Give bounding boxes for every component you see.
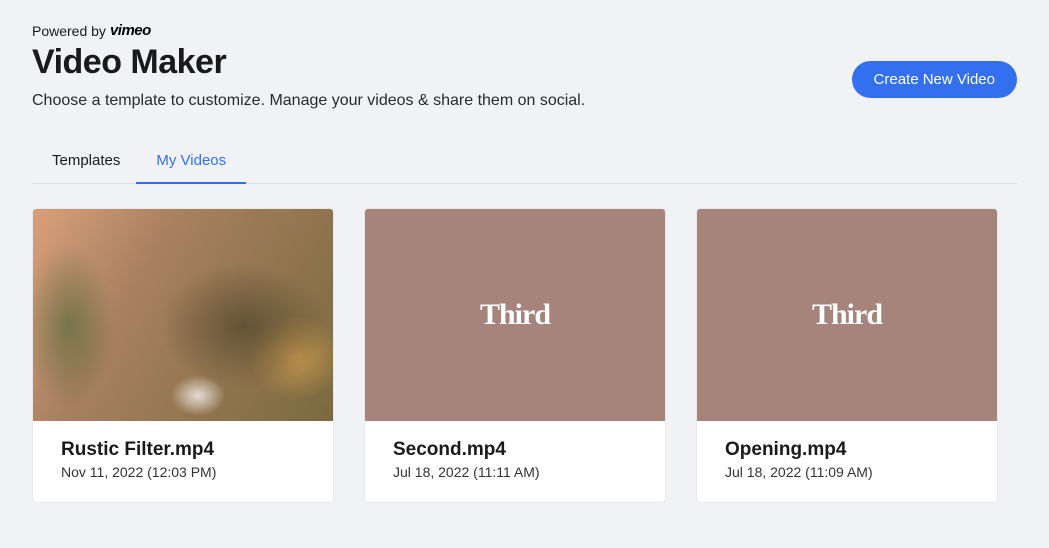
create-video-button[interactable]: Create New Video bbox=[852, 61, 1017, 98]
thumbnail-text: Third bbox=[480, 298, 550, 332]
video-title: Opening.mp4 bbox=[725, 439, 969, 461]
video-title: Rustic Filter.mp4 bbox=[61, 439, 305, 461]
page-subtitle: Choose a template to customize. Manage y… bbox=[32, 92, 585, 110]
tabs-bar: Templates My Videos bbox=[32, 138, 1017, 184]
tab-templates[interactable]: Templates bbox=[50, 138, 122, 183]
video-card[interactable]: Rustic Filter.mp4 Nov 11, 2022 (12:03 PM… bbox=[32, 208, 334, 503]
thumbnail-text: Third bbox=[812, 298, 882, 332]
video-thumbnail: Third bbox=[365, 209, 665, 421]
video-card[interactable]: Third Second.mp4 Jul 18, 2022 (11:11 AM) bbox=[364, 208, 666, 503]
powered-by-label: Powered by vimeo bbox=[32, 22, 1017, 39]
video-title: Second.mp4 bbox=[393, 439, 637, 461]
video-date: Jul 18, 2022 (11:11 AM) bbox=[393, 464, 637, 480]
video-card[interactable]: Third Opening.mp4 Jul 18, 2022 (11:09 AM… bbox=[696, 208, 998, 503]
vimeo-logo: vimeo bbox=[110, 22, 151, 39]
video-grid: Rustic Filter.mp4 Nov 11, 2022 (12:03 PM… bbox=[32, 208, 1017, 503]
powered-by-prefix: Powered by bbox=[32, 23, 106, 39]
video-thumbnail: Third bbox=[697, 209, 997, 421]
video-thumbnail bbox=[33, 209, 333, 421]
page-title: Video Maker bbox=[32, 43, 585, 82]
tab-my-videos[interactable]: My Videos bbox=[154, 138, 228, 183]
video-date: Jul 18, 2022 (11:09 AM) bbox=[725, 464, 969, 480]
video-date: Nov 11, 2022 (12:03 PM) bbox=[61, 464, 305, 480]
